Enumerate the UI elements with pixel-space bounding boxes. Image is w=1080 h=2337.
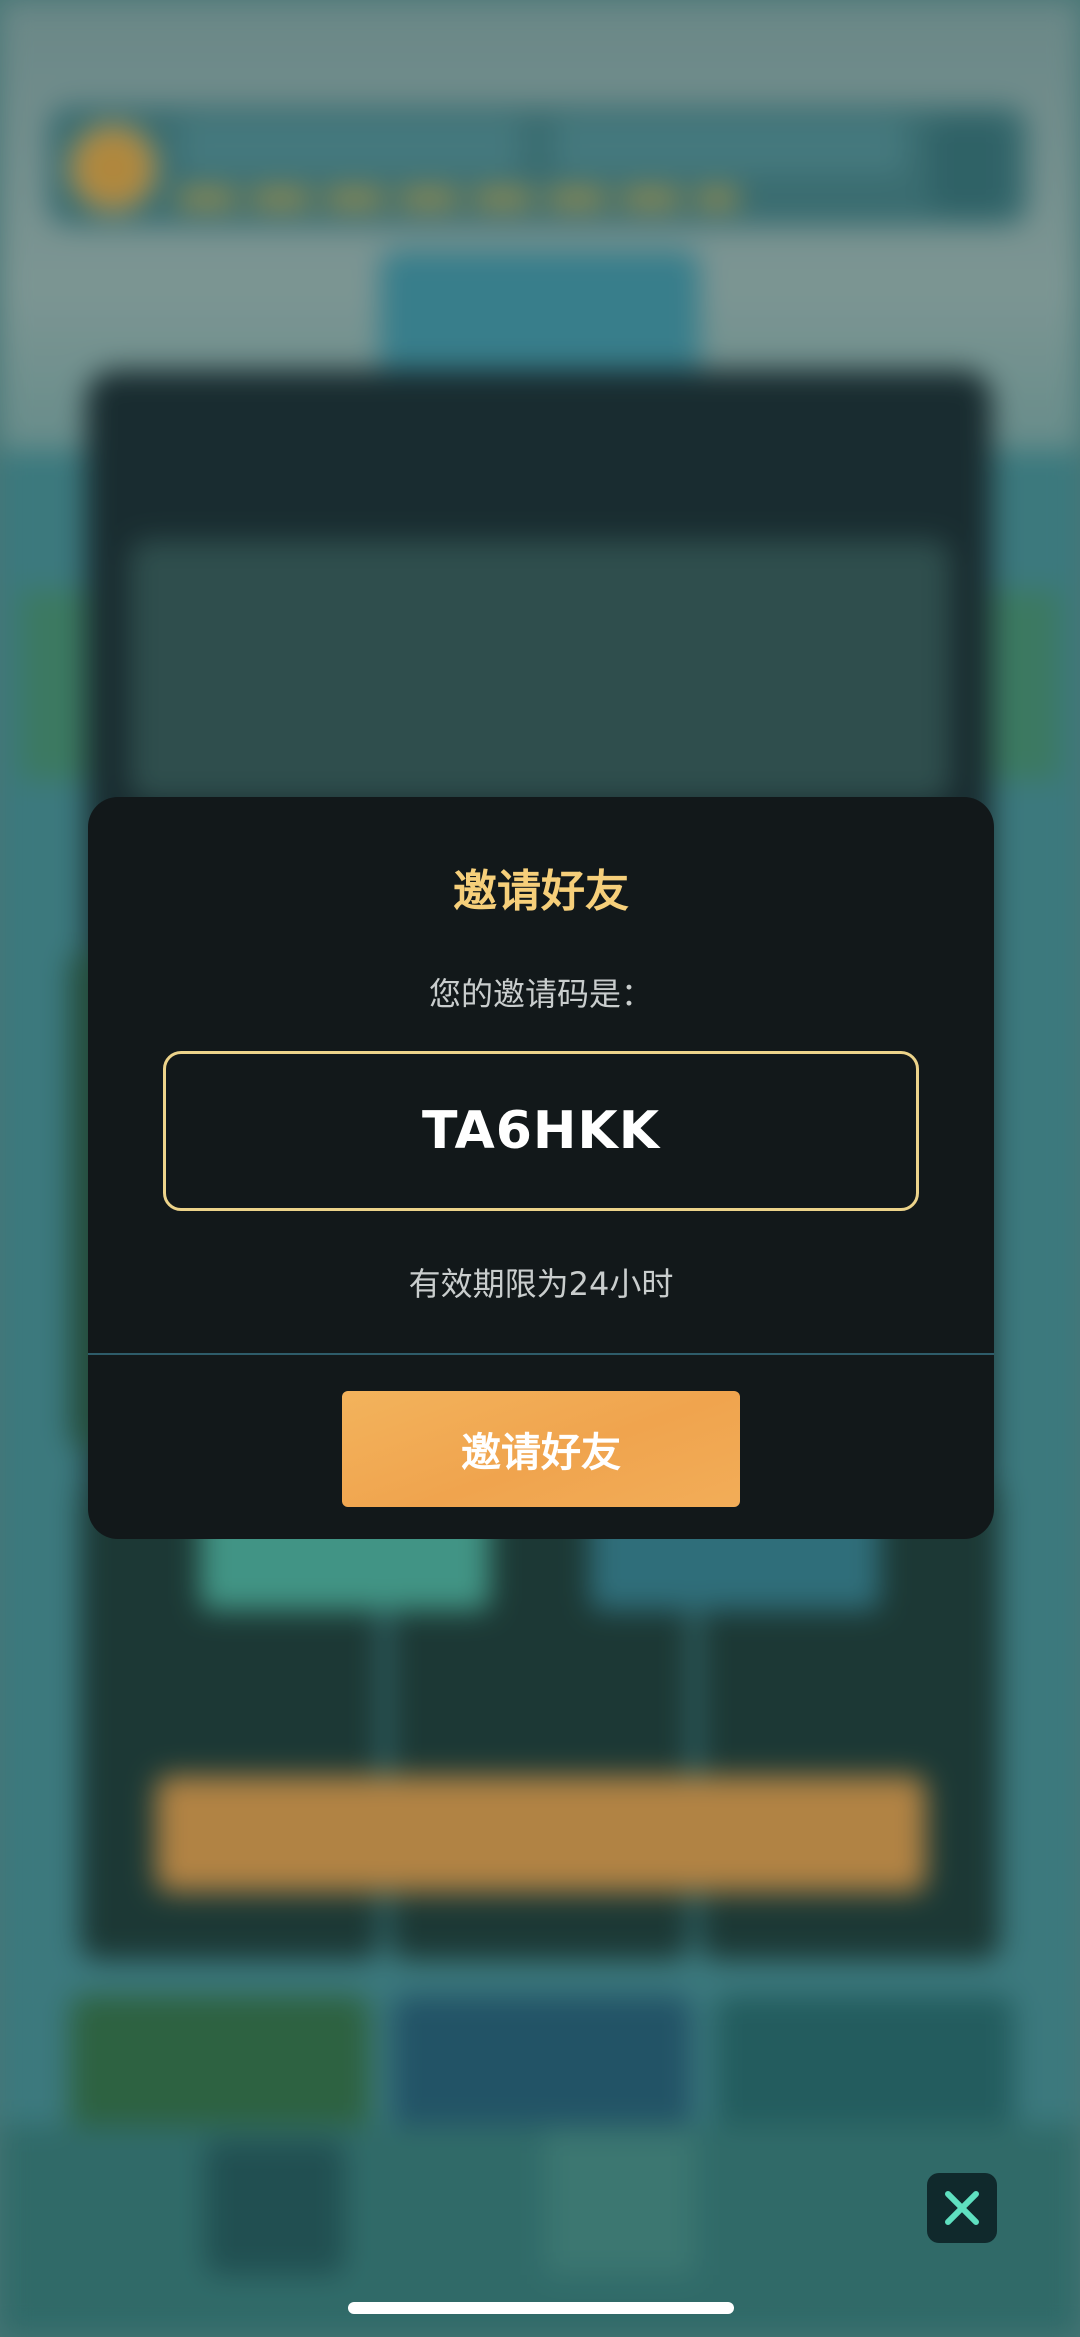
invite-code-box[interactable]: TA6HKK: [163, 1051, 919, 1211]
invite-button-label: 邀请好友: [461, 1430, 621, 1476]
invite-code: TA6HKK: [422, 1101, 660, 1161]
close-icon: [945, 2191, 979, 2225]
validity-text: 有效期限为24小时: [408, 1265, 674, 1303]
divider: [88, 1353, 994, 1355]
invite-friends-button[interactable]: 邀请好友: [342, 1391, 740, 1507]
invite-code-label: 您的邀请码是：: [428, 975, 653, 1013]
home-indicator[interactable]: [348, 2302, 734, 2314]
invite-friends-dialog: 邀请好友 您的邀请码是： TA6HKK 有效期限为24小时 邀请好友: [88, 797, 994, 1539]
dialog-title: 邀请好友: [453, 866, 629, 917]
close-button[interactable]: [927, 2173, 997, 2243]
